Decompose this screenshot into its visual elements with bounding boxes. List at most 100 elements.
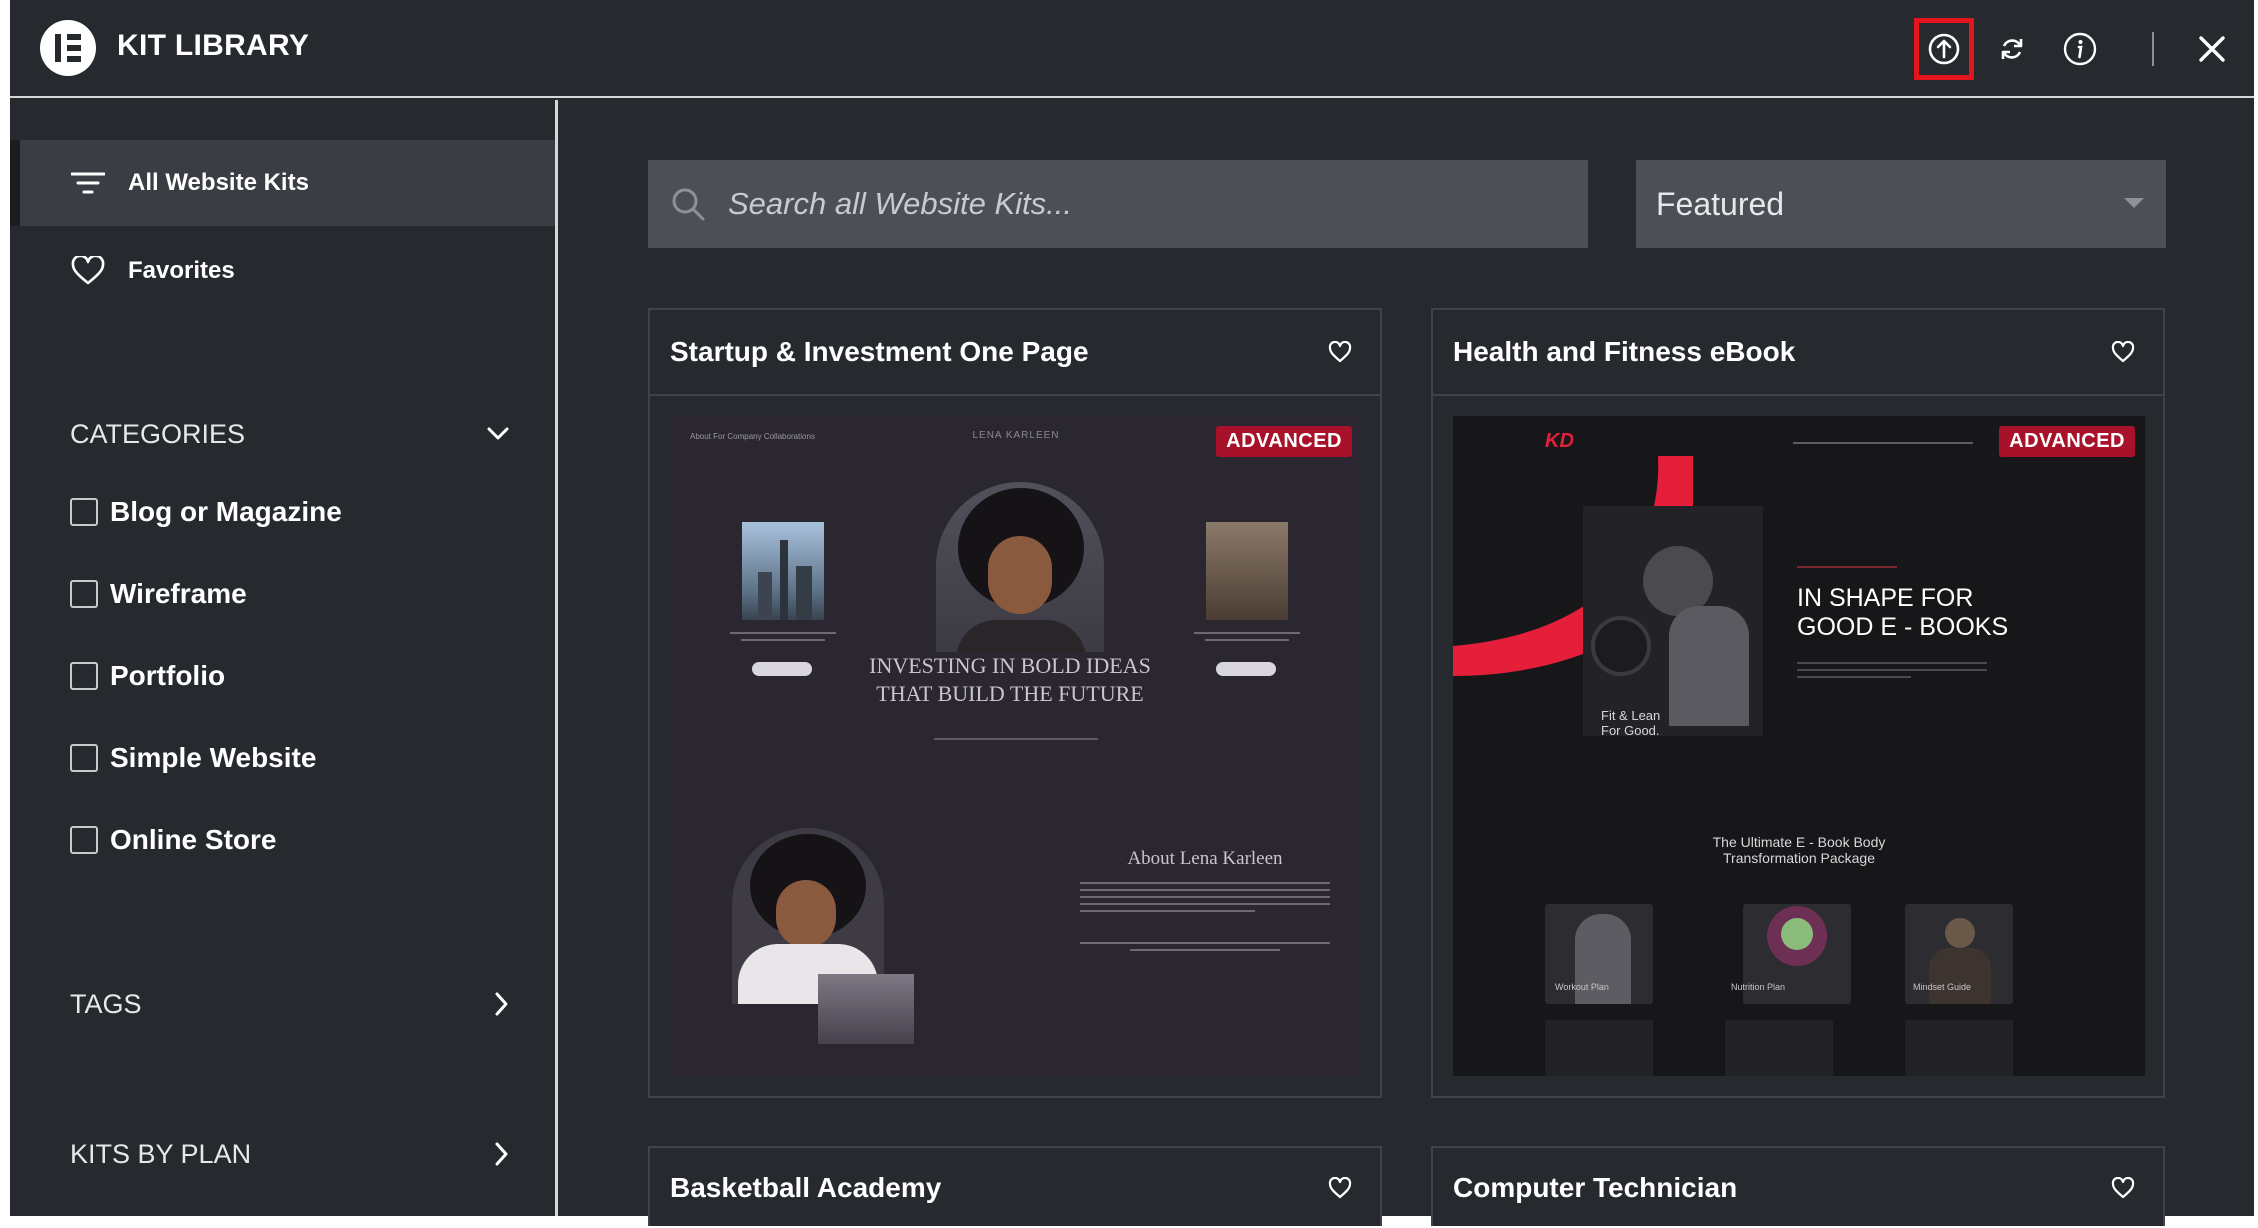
heart-icon <box>70 253 106 289</box>
category-label: Wireframe <box>110 578 247 609</box>
preview-hero-title: IN SHAPE FOR GOOD E - BOOKS <box>1797 584 2009 641</box>
categories-label: CATEGORIES <box>70 418 246 449</box>
card-header: Computer Technician <box>1433 1148 2163 1228</box>
import-kit-button[interactable] <box>1914 18 1974 80</box>
filter-icon <box>70 165 106 201</box>
checkbox[interactable] <box>70 744 98 772</box>
sync-icon <box>2001 39 2023 59</box>
thumb-label: Workout Plan <box>1555 982 1609 992</box>
card-header: Basketball Academy <box>650 1148 1380 1228</box>
become-partner-button <box>1216 662 1276 676</box>
sidebar: All Website Kits Favorites CATEGORIES Bl… <box>10 100 558 1216</box>
favorite-button[interactable] <box>1322 334 1358 370</box>
category-label: Blog or Magazine <box>110 496 342 527</box>
preview-about-heading: About Lena Karleen <box>1127 848 1283 869</box>
ebook-cover-text: Fit & Lean For Good. <box>1601 708 1661 738</box>
meeting-photo <box>818 974 914 1044</box>
city-photo <box>742 522 824 620</box>
text-card <box>1725 1020 1833 1076</box>
chevron-right-icon <box>495 1142 508 1166</box>
category-label: Simple Website <box>110 742 317 773</box>
kit-preview-image[interactable]: KD ADVANCED Fit & Lean For Good. IN SHAP… <box>1453 416 2145 1076</box>
close-icon <box>2199 36 2225 62</box>
card-title: Health and Fitness eBook <box>1453 336 1796 367</box>
info-button[interactable] <box>2050 18 2110 80</box>
upload-icon <box>1928 33 1960 65</box>
text-lines <box>1080 882 1330 917</box>
preview-package-title: The Ultimate E - Book Body Transformatio… <box>1712 834 1886 866</box>
checkbox[interactable] <box>70 826 98 854</box>
tags-toggle[interactable]: TAGS <box>70 984 510 1024</box>
kit-card-health-fitness: Health and Fitness eBook KD ADVANCED Fit… <box>1431 308 2165 1098</box>
kits-by-plan-label: KITS BY PLAN <box>70 1138 252 1169</box>
category-label: Portfolio <box>110 660 226 691</box>
search-input[interactable] <box>728 186 1568 222</box>
sidebar-item-label: All Website Kits <box>128 169 309 196</box>
kit-card-computer-technician: Computer Technician <box>1431 1146 2165 1226</box>
favorite-button[interactable] <box>2105 1170 2141 1206</box>
text-lines <box>934 738 1098 745</box>
tags-label: TAGS <box>70 988 142 1019</box>
heart-icon <box>2111 341 2135 363</box>
heart-icon <box>1328 341 1352 363</box>
header-bar: KIT LIBRARY <box>10 0 2254 98</box>
ebook-cover <box>1583 506 1763 736</box>
category-blog-or-magazine[interactable]: Blog or Magazine <box>70 496 342 528</box>
category-portfolio[interactable]: Portfolio <box>70 660 225 692</box>
portrait-photo <box>936 482 1104 652</box>
advanced-badge: ADVANCED <box>1216 426 1352 457</box>
info-icon <box>2063 32 2097 66</box>
caret-down-icon <box>2124 198 2144 208</box>
text-lines <box>1080 942 1330 956</box>
text-lines <box>1797 662 1987 683</box>
text-lines <box>1797 566 1897 573</box>
chevron-right-icon <box>495 992 508 1016</box>
kit-card-basketball: Basketball Academy <box>648 1146 1382 1226</box>
preview-nav <box>1793 442 1973 449</box>
favorite-button[interactable] <box>2105 334 2141 370</box>
category-wireframe[interactable]: Wireframe <box>70 578 247 610</box>
text-lines <box>730 632 836 646</box>
category-label: Online Store <box>110 824 277 855</box>
categories-toggle[interactable]: CATEGORIES <box>70 414 510 454</box>
sort-value: Featured <box>1656 185 1785 222</box>
thumb-label: Nutrition Plan <box>1731 982 1786 992</box>
checkbox[interactable] <box>70 662 98 690</box>
elementor-logo-icon <box>40 20 96 76</box>
heart-icon <box>2111 1177 2135 1199</box>
header-divider <box>2152 32 2154 66</box>
favorite-button[interactable] <box>1322 1170 1358 1206</box>
card-header: Startup & Investment One Page <box>650 310 1380 396</box>
heart-icon <box>1328 1177 1352 1199</box>
sort-select[interactable]: Featured <box>1636 160 2166 248</box>
find-out-button <box>752 662 812 676</box>
card-header: Health and Fitness eBook <box>1433 310 2163 396</box>
preview-hero-text: INVESTING IN BOLD IDEAS THAT BUILD THE F… <box>869 653 1151 706</box>
checkbox[interactable] <box>70 580 98 608</box>
page-title: KIT LIBRARY <box>117 29 310 62</box>
category-online-store[interactable]: Online Store <box>70 824 276 856</box>
advanced-badge: ADVANCED <box>1999 426 2135 457</box>
search-box[interactable] <box>648 160 1588 248</box>
text-card <box>1905 1020 2013 1076</box>
sync-button[interactable] <box>1982 18 2042 80</box>
kit-preview-image[interactable]: About For Company Collaborations LENA KA… <box>670 416 1362 1076</box>
close-button[interactable] <box>2182 18 2242 80</box>
card-title: Computer Technician <box>1453 1172 1738 1203</box>
preview-logo: KD <box>1545 430 1574 452</box>
sidebar-item-label: Favorites <box>128 257 235 284</box>
category-simple-website[interactable]: Simple Website <box>70 742 316 774</box>
card-title: Startup & Investment One Page <box>670 336 1089 367</box>
sidebar-item-all-kits[interactable]: All Website Kits <box>10 140 555 226</box>
text-card <box>1545 1020 1653 1076</box>
card-title: Basketball Academy <box>670 1172 942 1203</box>
sidebar-item-favorites[interactable]: Favorites <box>10 228 555 314</box>
office-photo <box>1206 522 1288 620</box>
kit-card-startup: Startup & Investment One Page About For … <box>648 308 1382 1098</box>
search-icon <box>672 188 705 221</box>
kits-by-plan-toggle[interactable]: KITS BY PLAN <box>70 1134 510 1174</box>
kit-library-window: KIT LIBRARY All Website Kits Favorites C… <box>10 0 2254 1226</box>
thumb-label: Mindset Guide <box>1913 982 1972 992</box>
checkbox[interactable] <box>70 498 98 526</box>
chevron-down-icon <box>487 427 509 440</box>
